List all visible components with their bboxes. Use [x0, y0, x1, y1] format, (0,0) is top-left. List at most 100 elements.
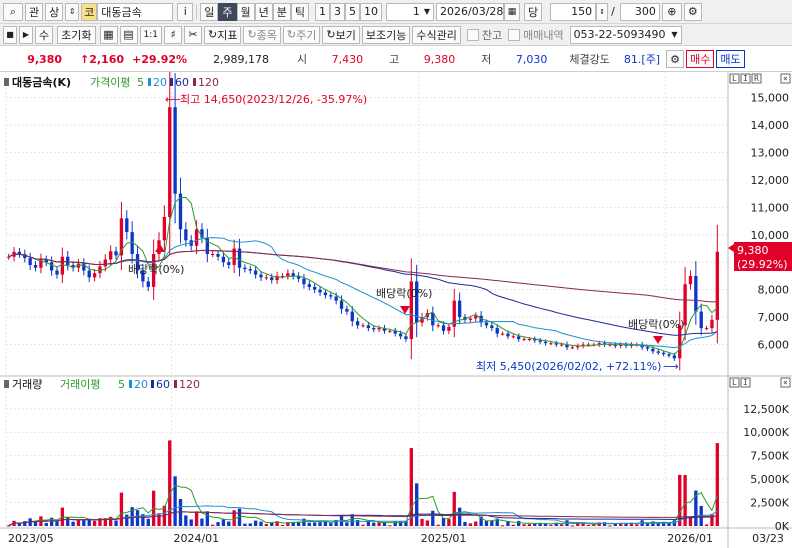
- time-tick-label: 2024/01: [173, 532, 219, 545]
- unit-input[interactable]: 1 ▼: [386, 2, 434, 21]
- count-input[interactable]: 150: [550, 2, 597, 21]
- date-input[interactable]: 2026/03/28: [436, 2, 504, 21]
- chart-area[interactable]: 대동금속(K) 가격이평 5 20 60 120 거래량 거래이평 5 20 6…: [0, 72, 792, 548]
- account-select[interactable]: 053-22-5093490 ▼: [569, 25, 682, 44]
- volume-bar: [178, 499, 183, 526]
- period-month[interactable]: 월: [236, 2, 255, 21]
- zoom-in-icon[interactable]: ⊕: [661, 2, 682, 21]
- volume-bar: [173, 476, 177, 526]
- candle-body: [710, 319, 714, 329]
- candle-body: [366, 325, 371, 329]
- candle-body: [216, 254, 220, 257]
- candle-body: [329, 295, 333, 297]
- volume-bar: [243, 523, 247, 526]
- price-tick-label: 7,000: [758, 311, 790, 324]
- period-day[interactable]: 일: [200, 2, 219, 21]
- refresh-icon: ↻: [286, 28, 297, 41]
- candle-body: [49, 262, 54, 271]
- candle-body: [527, 339, 532, 341]
- volume-bar: [484, 520, 489, 526]
- search-icon[interactable]: ⌕: [3, 2, 23, 21]
- count-spinner-icon[interactable]: ⇕: [596, 2, 609, 21]
- legend-marker: [4, 380, 9, 388]
- trade-history-checkbox[interactable]: [508, 28, 521, 41]
- candle-body: [511, 336, 515, 338]
- sell-button[interactable]: 매도: [716, 50, 745, 68]
- candle-body: [211, 254, 215, 256]
- candle-body: [307, 284, 311, 287]
- candle-body: [87, 270, 91, 278]
- interval-1[interactable]: 1: [315, 2, 330, 21]
- log-scale-glyph: L: [732, 74, 737, 83]
- candle-body: [517, 336, 521, 340]
- volume-bar: [114, 520, 118, 526]
- volume-bar: [259, 521, 263, 526]
- period-tick[interactable]: 틱: [290, 2, 309, 21]
- interval-10[interactable]: 10: [360, 2, 382, 21]
- code-prefix[interactable]: 코: [81, 2, 98, 21]
- volume-bar: [436, 524, 440, 526]
- volume-bar: [76, 520, 81, 526]
- interval-3[interactable]: 3: [330, 2, 345, 21]
- price-tick-label: 13,000: [751, 146, 790, 159]
- formula-button[interactable]: 수식관리: [412, 25, 461, 44]
- ruler-icon[interactable]: ♯: [163, 25, 182, 44]
- item-button[interactable]: ↻ 종목: [243, 25, 281, 44]
- btn-gwan[interactable]: 관: [25, 2, 44, 21]
- account-value: 053-22-5093490: [573, 28, 666, 41]
- time-tick-label: 2026/01: [667, 532, 713, 545]
- spinner-icon[interactable]: ⇕: [65, 2, 80, 21]
- candle-body: [227, 262, 231, 265]
- aux-button[interactable]: 보조기능: [361, 25, 411, 44]
- indicator-button[interactable]: ↻ 지표: [203, 25, 242, 44]
- vol-log-scale-glyph: L: [732, 378, 737, 387]
- volume-bar: [194, 511, 199, 526]
- gear-icon[interactable]: ⚙: [683, 2, 702, 21]
- volume-bar: [608, 525, 612, 527]
- panel-toggle-icon[interactable]: ■: [3, 25, 17, 44]
- volume-bar: [388, 525, 392, 527]
- volume-bar: [313, 522, 317, 526]
- price-tick-label: 11,000: [751, 201, 790, 214]
- period-week[interactable]: 주: [218, 2, 237, 21]
- legend-vma60-marker: [151, 380, 154, 388]
- period-button[interactable]: ↻ 주기: [282, 25, 321, 44]
- candle-body: [457, 300, 462, 318]
- volume-value: 2,989,178: [213, 52, 270, 66]
- buy-button[interactable]: 매수: [686, 50, 715, 68]
- stock-info-button[interactable]: i: [177, 2, 194, 21]
- period-minute[interactable]: 분: [272, 2, 291, 21]
- dang-button[interactable]: 당: [524, 2, 543, 21]
- time-tick-label: 2025/01: [421, 532, 467, 545]
- reset-button[interactable]: 초기화: [57, 25, 96, 44]
- arrow-right-icon[interactable]: ▶: [19, 25, 33, 44]
- period-year[interactable]: 년: [254, 2, 273, 21]
- balance-checkbox[interactable]: [466, 28, 479, 41]
- calendar-icon[interactable]: ▦: [504, 2, 520, 21]
- volume-bar: [248, 523, 252, 526]
- volume-bar: [715, 443, 719, 526]
- balance-label: 잔고: [481, 28, 503, 42]
- table-icon[interactable]: ▤: [119, 25, 138, 44]
- btn-sang[interactable]: 상: [45, 2, 64, 21]
- settings-icon[interactable]: ⚙: [666, 50, 685, 68]
- volume-bar: [227, 521, 231, 526]
- su-button[interactable]: 수: [35, 25, 54, 44]
- chart-background: [0, 72, 792, 548]
- volume-bar: [323, 521, 328, 526]
- candle-body: [28, 258, 32, 265]
- candle-body: [162, 216, 167, 241]
- candle-body: [522, 339, 526, 341]
- volume-bar: [559, 524, 564, 526]
- stock-name-field[interactable]: 대동금속: [97, 2, 174, 21]
- one-one-button[interactable]: 1:1: [139, 25, 162, 44]
- legend-vma60: 60: [156, 378, 170, 391]
- candle-body: [436, 325, 440, 327]
- view-button[interactable]: ↻ 보기: [322, 25, 360, 44]
- volume-tick-label: 7,500K: [750, 450, 789, 463]
- interval-5[interactable]: 5: [345, 2, 360, 21]
- main-toolbar: ⌕ 관 상 ⇕ 코 대동금속 i 일 주 월 년 분 틱 1 3 5 10 1 ▼…: [0, 0, 792, 24]
- total-input[interactable]: 300: [619, 2, 660, 21]
- grid-icon[interactable]: ▦: [99, 25, 118, 44]
- scissors-icon[interactable]: ✂: [183, 25, 202, 44]
